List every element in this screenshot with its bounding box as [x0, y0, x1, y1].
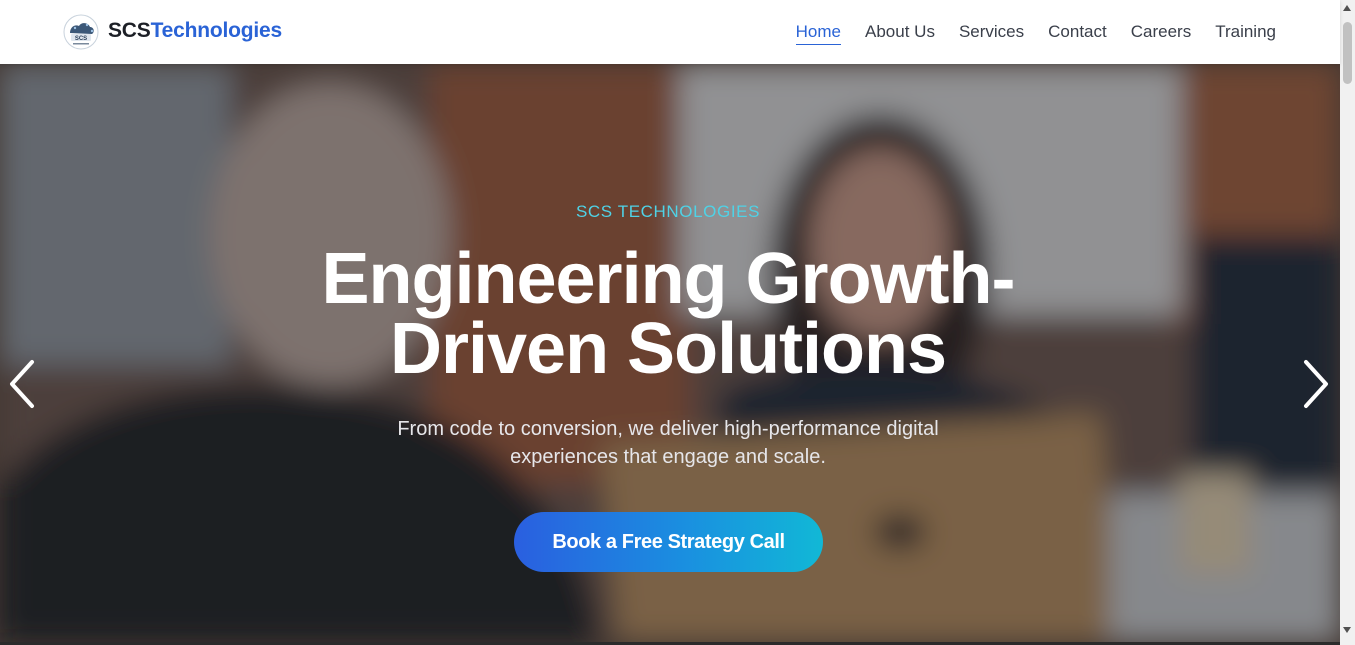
- chevron-right-icon: [1304, 360, 1328, 408]
- carousel-next-button[interactable]: [1296, 356, 1336, 412]
- hero-content: SCS TECHNOLOGIES Engineering Growth-Driv…: [0, 64, 1340, 642]
- carousel-prev-button[interactable]: [2, 356, 42, 412]
- brand-name[interactable]: SCSTechnologies: [108, 19, 282, 43]
- scroll-up-arrow-icon[interactable]: [1343, 5, 1351, 11]
- hero-eyebrow: SCS TECHNOLOGIES: [575, 202, 761, 221]
- scs-logo-icon[interactable]: SCS: [62, 13, 100, 51]
- page-scrollbar[interactable]: [1340, 0, 1355, 645]
- brand-prefix: SCS: [108, 19, 151, 42]
- svg-text:SCS: SCS: [75, 36, 87, 42]
- page: SCS SCSTechnologies Home About Us Servic…: [0, 0, 1355, 645]
- nav-home[interactable]: Home: [795, 20, 842, 45]
- hero-carousel: SCS TECHNOLOGIES Engineering Growth-Driv…: [0, 64, 1340, 642]
- main-nav: Home About Us Services Contact Careers T…: [795, 20, 1276, 45]
- scroll-down-arrow-icon[interactable]: [1343, 627, 1351, 633]
- chevron-left-icon: [10, 360, 34, 408]
- nav-about-us[interactable]: About Us: [865, 20, 935, 45]
- hero-headline: Engineering Growth-Driven Solutions: [321, 239, 1016, 389]
- site-header: SCS SCSTechnologies Home About Us Servic…: [0, 0, 1340, 64]
- nav-training[interactable]: Training: [1215, 20, 1276, 45]
- scrollbar-thumb[interactable]: [1343, 22, 1352, 84]
- nav-careers[interactable]: Careers: [1131, 20, 1191, 45]
- hero-subtext: From code to conversion, we deliver high…: [397, 418, 939, 468]
- nav-contact[interactable]: Contact: [1048, 20, 1107, 45]
- nav-services[interactable]: Services: [959, 20, 1024, 45]
- book-strategy-call-button[interactable]: Book a Free Strategy Call: [514, 512, 823, 572]
- brand-suffix: Technologies: [150, 19, 283, 42]
